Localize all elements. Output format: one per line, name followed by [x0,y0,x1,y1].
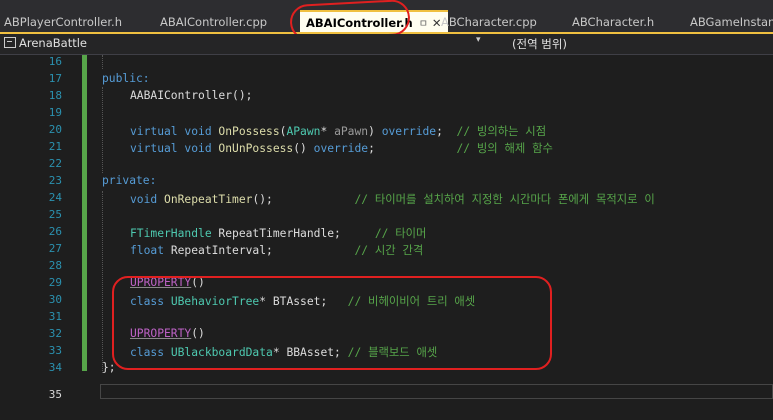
line-number: 21 [48,140,62,153]
code-line: void OnRepeatTimer(); // 타이머를 설치하여 지정한 시… [130,193,655,206]
code-line: float RepeatInterval; // 시간 간격 [130,244,424,257]
project-icon [4,37,16,48]
code-line: public: [102,72,150,85]
line-number: 31 [48,310,62,323]
line-number: 35 [48,388,62,401]
line-number: 30 [48,293,62,306]
line-number: 27 [48,242,62,255]
code-line: virtual void OnUnPossess() override; // … [130,142,553,155]
code-line: private: [102,174,157,187]
change-tracking-bar [82,55,87,371]
code-line: FTimerHandle RepeatTimerHandle; // 타이머 [130,227,427,240]
line-number: 34 [48,361,62,374]
line-number-gutter: 16 17 18 19 20 21 22 23 24 25 26 27 28 2… [0,55,98,420]
line-number: 16 [48,55,62,68]
line-number: 26 [48,225,62,238]
indent-guide [102,55,103,69]
indent-guide [102,87,103,173]
line-number: 22 [48,157,62,170]
document-tab-bar: ABPlayerController.h ABAIController.cpp … [0,0,773,42]
line-number: 20 [48,123,62,136]
line-number: 24 [48,191,62,204]
tab-abplayercontroller-h[interactable]: ABPlayerController.h [4,12,122,32]
red-annotation-box [112,276,552,370]
line-number: 19 [48,106,62,119]
pin-icon[interactable]: ㅁ [419,19,428,30]
tab-abgameinstance[interactable]: ABGameInstanc [690,12,773,32]
chevron-down-icon[interactable]: ▾ [476,35,481,45]
project-name: ArenaBattle [19,36,87,50]
code-line: virtual void OnPossess(APawn* aPawn) ove… [130,125,547,138]
line-number: 29 [48,276,62,289]
line-number: 32 [48,327,62,340]
line-number: 33 [48,344,62,357]
tab-abcharacter-h[interactable]: ABCharacter.h [572,12,654,32]
line-number: 18 [48,89,62,102]
tab-abaicontroller-cpp[interactable]: ABAIController.cpp [160,12,267,32]
line-number: 28 [48,259,62,272]
tab-abcharacter-cpp[interactable]: ABCharacter.cpp [441,12,537,32]
project-dropdown[interactable]: ArenaBattle [4,36,87,50]
scope-dropdown[interactable]: (전역 범위) [512,36,567,52]
indent-guide [102,191,103,373]
code-line: }; [102,361,116,374]
line-number: 17 [48,72,62,85]
code-line: AABAIController(); [130,89,253,102]
navigation-bar: ArenaBattle ▾ (전역 범위) [0,34,773,55]
line-number: 23 [48,174,62,187]
line-number: 25 [48,208,62,221]
